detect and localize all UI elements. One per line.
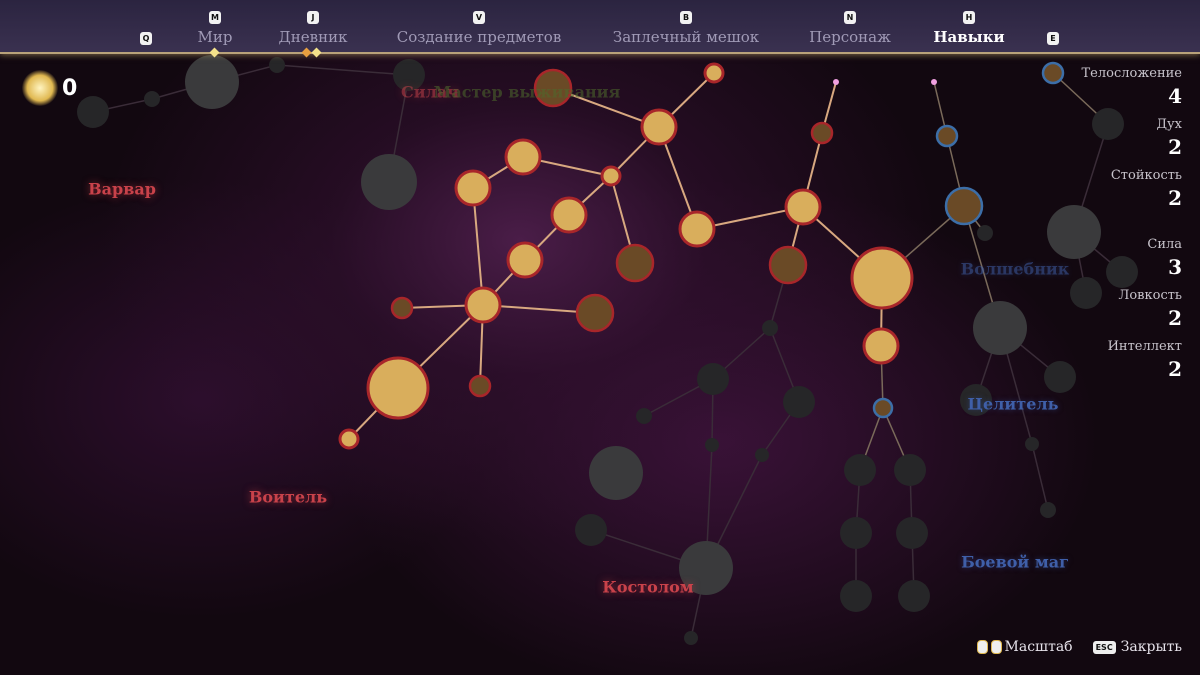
skill-node[interactable] [784, 188, 822, 226]
skill-node[interactable] [840, 580, 872, 612]
skill-node[interactable] [338, 428, 360, 450]
skill-point-icon [22, 70, 58, 106]
stat-name: Дух [1156, 117, 1182, 132]
skill-node[interactable] [850, 246, 914, 310]
skill-connection [276, 64, 410, 76]
mouse-icon [990, 640, 1002, 654]
zoom-label: Масштаб [1004, 639, 1073, 655]
close-hint[interactable]: ESC Закрыть [1092, 639, 1182, 655]
skill-node[interactable] [269, 57, 285, 73]
skill-node[interactable] [575, 293, 615, 333]
skill-node[interactable] [862, 327, 900, 365]
branch-bonebreaker: Костолом [602, 577, 694, 597]
skill-node[interactable] [77, 96, 109, 128]
skill-node[interactable] [697, 363, 729, 395]
skill-node[interactable] [1025, 437, 1039, 451]
key-hint: M [209, 11, 221, 24]
skill-node[interactable] [973, 301, 1027, 355]
skill-node[interactable] [550, 196, 588, 234]
skill-node[interactable] [361, 154, 417, 210]
branch-barbarian: Варвар [88, 179, 156, 199]
skill-node[interactable] [977, 225, 993, 241]
skill-node[interactable] [1041, 61, 1065, 85]
skill-node[interactable] [703, 62, 725, 84]
skill-node[interactable] [896, 517, 928, 549]
skill-node[interactable] [678, 210, 716, 248]
key-hint: J [307, 11, 319, 24]
branch-healer: Целитель [967, 394, 1059, 414]
skill-node[interactable] [810, 121, 834, 145]
stat-value: 4 [1168, 84, 1182, 108]
tab-crafting[interactable]: Создание предметов [397, 28, 562, 46]
control-hints: Масштаб ESC Закрыть [976, 639, 1182, 655]
top-navigation: Q E M Мир J Дневник V Создание предметов… [0, 0, 1200, 58]
stat-name: Ловкость [1118, 288, 1183, 303]
skill-node[interactable] [390, 296, 414, 320]
skill-node[interactable] [144, 91, 160, 107]
skill-node[interactable] [762, 320, 778, 336]
tab-skills[interactable]: Навыки [933, 28, 1004, 46]
stat-value: 2 [1168, 186, 1182, 210]
tab-journal[interactable]: Дневник [279, 28, 348, 46]
tab-backpack[interactable]: Заплечный мешок [613, 28, 759, 46]
stat-value: 2 [1168, 357, 1182, 381]
stat-value: 3 [1168, 255, 1182, 279]
skill-node[interactable] [1040, 502, 1056, 518]
key-hint: H [963, 11, 975, 24]
prev-tab-key[interactable]: Q [140, 32, 152, 45]
skill-node[interactable] [366, 356, 430, 420]
skill-node[interactable] [844, 454, 876, 486]
skill-node[interactable] [575, 514, 607, 546]
skill-node[interactable] [615, 243, 655, 283]
stat-name: Сила [1147, 237, 1182, 252]
skill-node[interactable] [840, 517, 872, 549]
tab-world[interactable]: Мир [198, 28, 233, 46]
skill-node[interactable] [872, 397, 894, 419]
stat-name: Интеллект [1107, 339, 1182, 354]
skill-connection [1031, 443, 1049, 511]
key-hint: B [680, 11, 692, 24]
esc-key-icon: ESC [1092, 640, 1116, 654]
stat-value: 2 [1168, 306, 1182, 330]
skill-node[interactable] [894, 454, 926, 486]
attribute-panel: Телосложение 4 Дух 2 Стойкость 2 Сила 3 … [1082, 66, 1183, 390]
mouse-icon [976, 640, 988, 654]
branch-battle-mage: Боевой маг [961, 552, 1069, 572]
skill-node[interactable] [755, 448, 769, 462]
skill-node[interactable] [185, 55, 239, 109]
branch-survival-master: Мастер выживания [433, 82, 621, 102]
skill-node[interactable] [1044, 361, 1076, 393]
branch-warrior: Воитель [248, 487, 328, 507]
skill-node[interactable] [600, 165, 622, 187]
skill-node[interactable] [705, 438, 719, 452]
stat-value: 2 [1168, 135, 1182, 159]
key-hint: V [473, 11, 485, 24]
skill-node[interactable] [684, 631, 698, 645]
zoom-hint[interactable]: Масштаб [976, 639, 1073, 655]
skill-node[interactable] [589, 446, 643, 500]
skill-points: 0 [22, 70, 77, 106]
stat-name: Телосложение [1081, 66, 1183, 81]
glow-point-icon [931, 79, 937, 85]
branch-wizard: Волшебник [960, 259, 1070, 279]
skill-node[interactable] [640, 108, 678, 146]
next-tab-key[interactable]: E [1047, 32, 1059, 45]
stat-name: Стойкость [1110, 168, 1182, 183]
skill-node[interactable] [506, 241, 544, 279]
skill-node[interactable] [464, 286, 502, 324]
glow-point-icon [833, 79, 839, 85]
skill-node[interactable] [504, 138, 542, 176]
skill-node[interactable] [944, 186, 984, 226]
skill-node[interactable] [468, 374, 492, 398]
skill-node[interactable] [783, 386, 815, 418]
skill-points-count: 0 [62, 75, 78, 101]
skill-node[interactable] [898, 580, 930, 612]
close-label: Закрыть [1120, 639, 1182, 655]
key-hint: N [844, 11, 856, 24]
skill-node[interactable] [768, 245, 808, 285]
tab-character[interactable]: Персонаж [809, 28, 891, 46]
skill-node[interactable] [935, 124, 959, 148]
skill-node[interactable] [454, 169, 492, 207]
skill-node[interactable] [636, 408, 652, 424]
